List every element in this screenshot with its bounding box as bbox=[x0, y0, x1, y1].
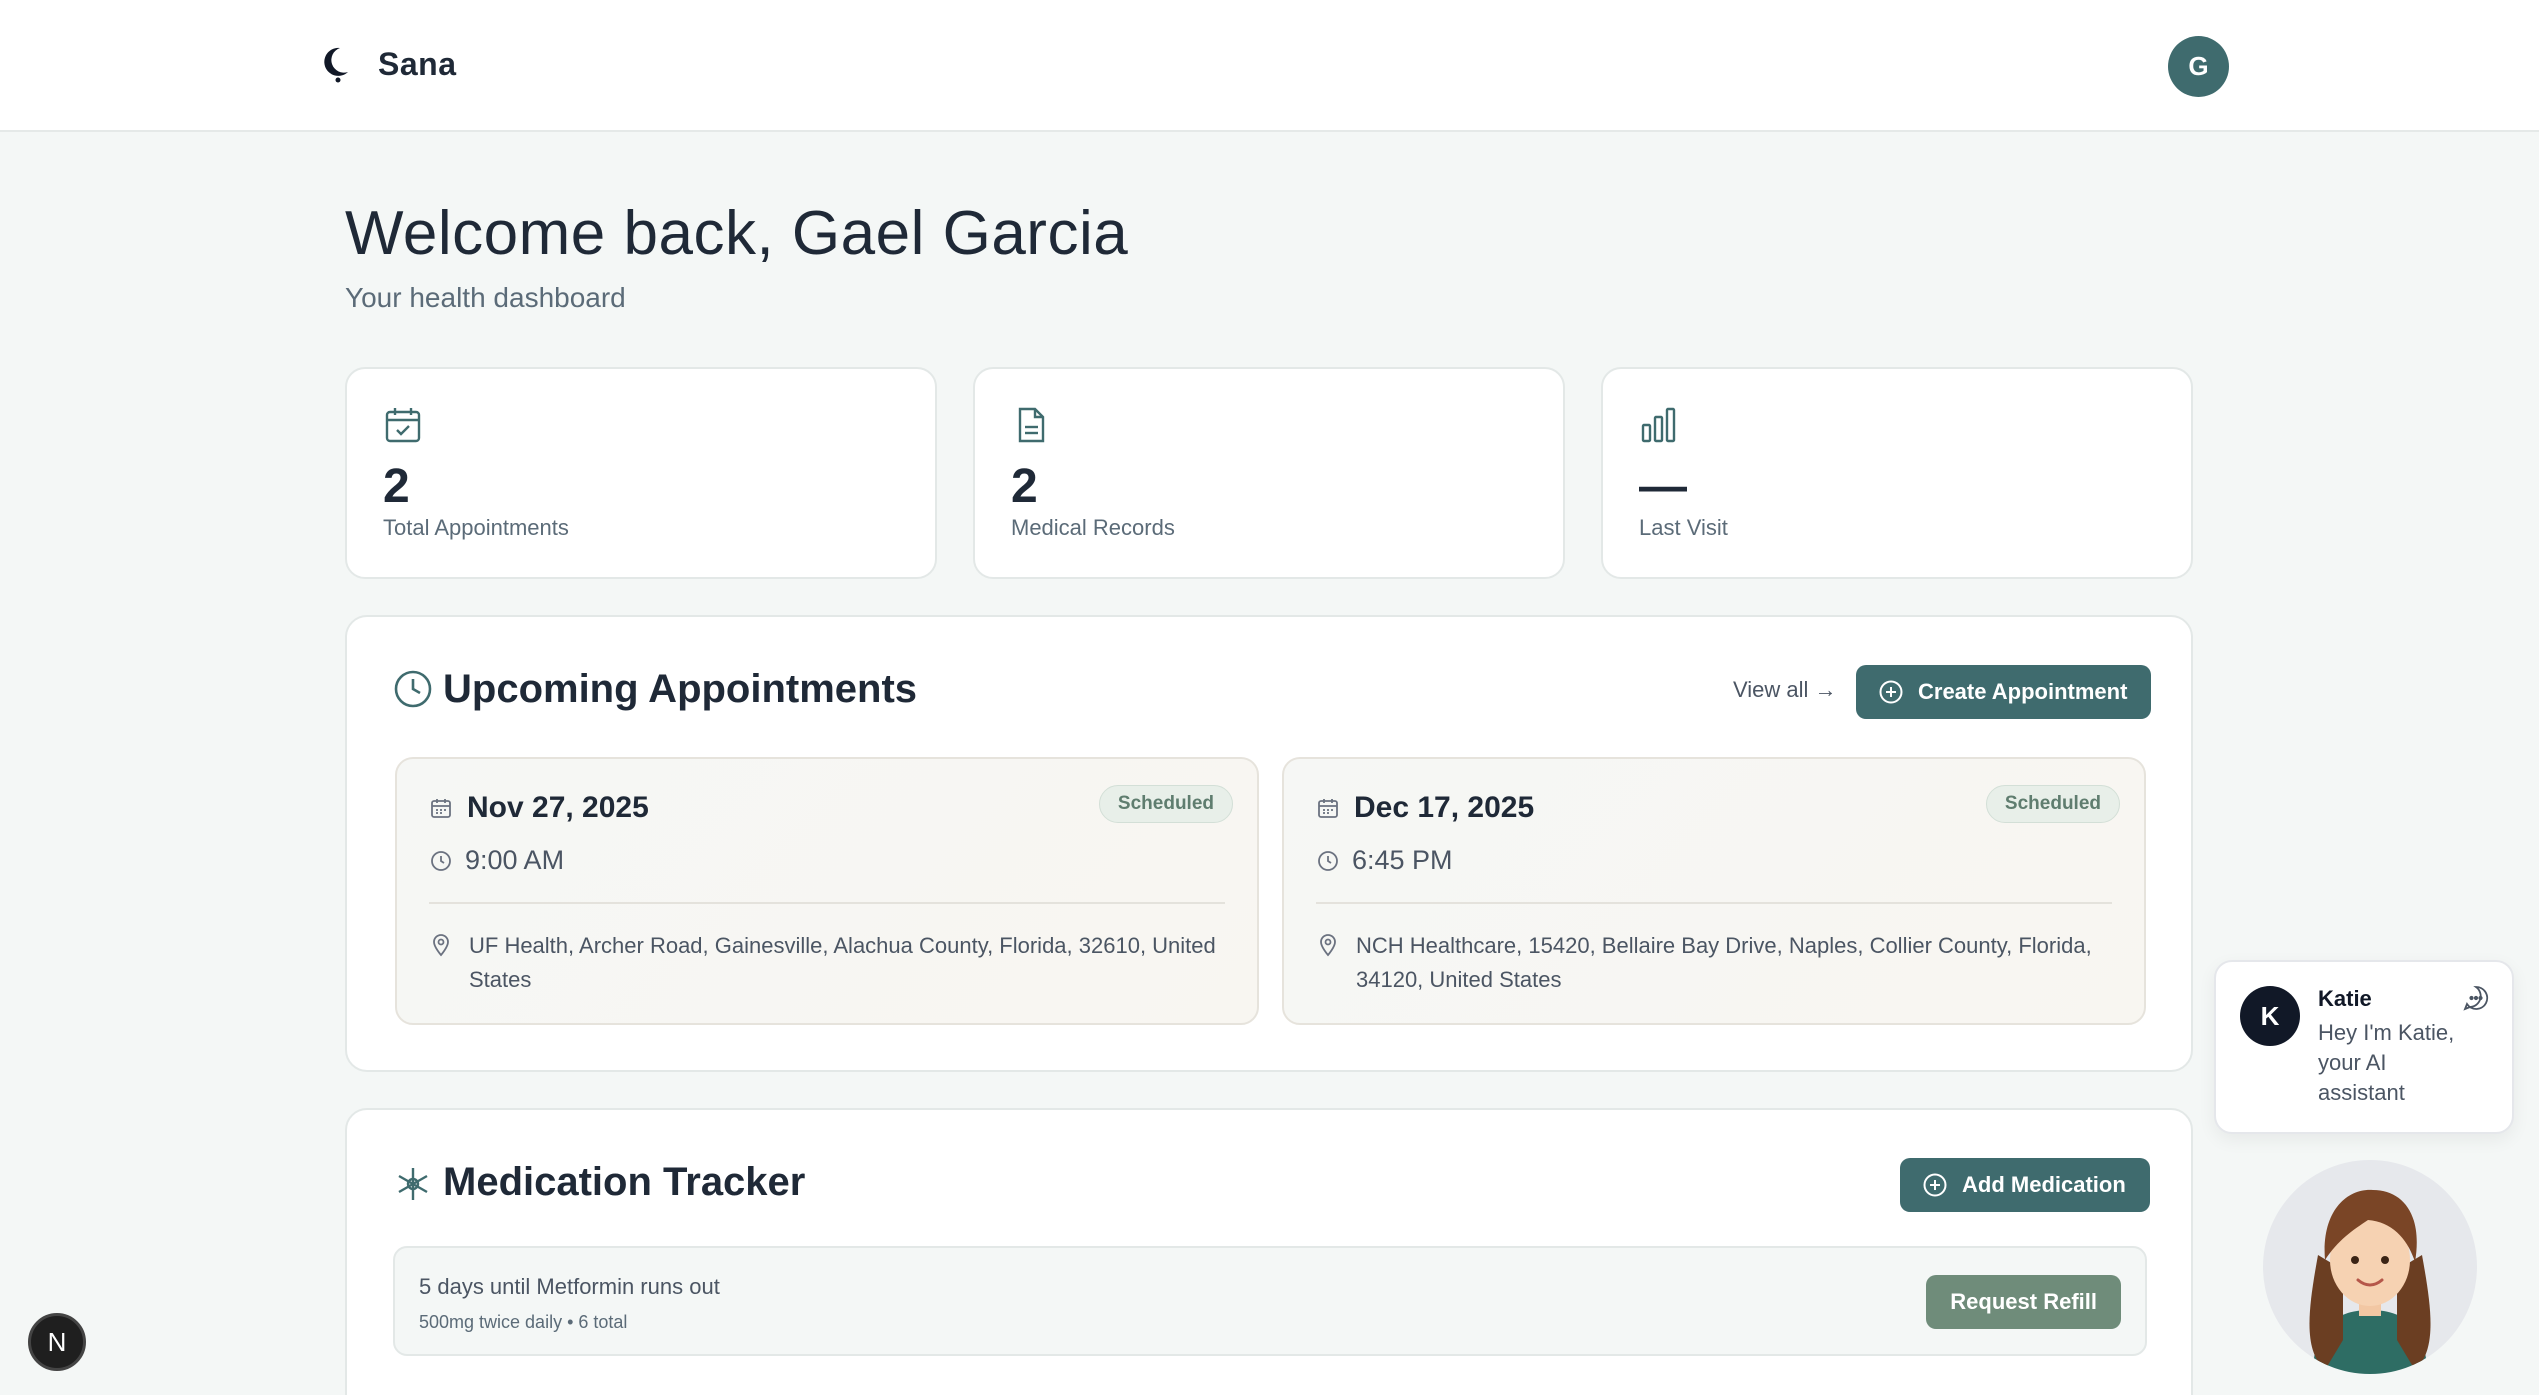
divider bbox=[1316, 902, 2112, 904]
appointment-location: UF Health, Archer Road, Gainesville, Ala… bbox=[469, 933, 1216, 992]
stat-label: Total Appointments bbox=[383, 515, 569, 540]
map-pin-icon bbox=[433, 934, 449, 957]
add-medication-label: Add Medication bbox=[1962, 1172, 2126, 1197]
appointment-location: NCH Healthcare, 15420, Bellaire Bay Driv… bbox=[1356, 933, 2092, 992]
divider bbox=[429, 902, 1225, 904]
appointments-panel: Upcoming Appointments View all → Create … bbox=[345, 615, 2193, 1072]
medication-status: 5 days until Metformin runs out bbox=[419, 1274, 720, 1299]
status-badge: Scheduled bbox=[1098, 785, 1233, 823]
appointment-date: Dec 17, 2025 bbox=[1354, 791, 1535, 824]
stat-value: 2 bbox=[1011, 460, 1038, 513]
medication-panel: Medication Tracker Add Medication 5 days… bbox=[345, 1108, 2193, 1395]
page-title: Welcome back, Gael Garcia bbox=[345, 199, 1129, 268]
appointment-date: Nov 27, 2025 bbox=[467, 791, 649, 824]
add-medication-button[interactable]: Add Medication bbox=[1900, 1158, 2150, 1212]
calendar-icon bbox=[1318, 799, 1338, 818]
user-avatar[interactable]: G bbox=[2168, 36, 2229, 97]
plus-circle-icon bbox=[1923, 1173, 1947, 1197]
calendar-check-icon bbox=[385, 408, 421, 443]
appointment-card[interactable]: Nov 27, 2025 Scheduled 9:00 AM UF Health… bbox=[395, 757, 1259, 1025]
appointment-card[interactable]: Dec 17, 2025 Scheduled 6:45 PM NCH Healt… bbox=[1282, 757, 2146, 1025]
assistant-illustration-icon bbox=[2309, 1189, 2431, 1374]
medication-dosage: 500mg twice daily • 6 total bbox=[419, 1312, 628, 1332]
stat-label: Last Visit bbox=[1639, 515, 1728, 540]
dev-tools-badge[interactable]: N bbox=[28, 1313, 86, 1371]
calendar-icon bbox=[431, 799, 451, 818]
bar-chart-icon bbox=[1641, 407, 1676, 443]
clock-icon bbox=[431, 850, 451, 871]
appointment-time: 6:45 PM bbox=[1352, 845, 1453, 875]
assistant-portrait[interactable] bbox=[2263, 1160, 2477, 1374]
map-pin-icon bbox=[1320, 934, 1336, 957]
stat-value: 2 bbox=[383, 460, 410, 513]
stat-card-appointments: 2 Total Appointments bbox=[345, 367, 937, 579]
stat-card-last-visit: — Last Visit bbox=[1601, 367, 2193, 579]
request-refill-button[interactable]: Request Refill bbox=[1926, 1275, 2121, 1329]
page-subtitle: Your health dashboard bbox=[345, 282, 626, 313]
brand[interactable]: Sana bbox=[318, 42, 456, 86]
moon-logo-icon bbox=[324, 47, 348, 83]
create-appointment-button[interactable]: Create Appointment bbox=[1856, 665, 2152, 719]
create-appointment-label: Create Appointment bbox=[1918, 679, 2128, 704]
pill-icon bbox=[398, 1168, 428, 1200]
status-badge: Scheduled bbox=[1985, 785, 2120, 823]
chat-icon[interactable] bbox=[2462, 984, 2490, 1012]
assistant-chat-bubble[interactable]: K Katie Hey I'm Katie, your AI assistant bbox=[2214, 960, 2514, 1134]
medication-item: 5 days until Metformin runs out 500mg tw… bbox=[393, 1246, 2147, 1356]
assistant-name: Katie bbox=[2318, 986, 2372, 1011]
assistant-message: Hey I'm Katie, your AI assistant bbox=[2318, 1020, 2455, 1105]
document-icon bbox=[1018, 407, 1045, 443]
top-navbar: Sana G bbox=[0, 0, 2539, 132]
assistant-avatar: K bbox=[2240, 986, 2300, 1046]
brand-name: Sana bbox=[378, 45, 457, 82]
appointment-time: 9:00 AM bbox=[465, 845, 565, 875]
plus-circle-icon bbox=[1879, 680, 1903, 704]
medication-title: Medication Tracker bbox=[443, 1160, 806, 1204]
stat-card-records: 2 Medical Records bbox=[973, 367, 1565, 579]
clock-icon bbox=[394, 670, 432, 708]
stat-label: Medical Records bbox=[1011, 515, 1175, 540]
view-all-link[interactable]: View all → bbox=[1733, 677, 1837, 703]
appointments-title: Upcoming Appointments bbox=[443, 667, 918, 711]
clock-icon bbox=[1318, 850, 1338, 871]
stat-value: — bbox=[1639, 460, 1687, 513]
